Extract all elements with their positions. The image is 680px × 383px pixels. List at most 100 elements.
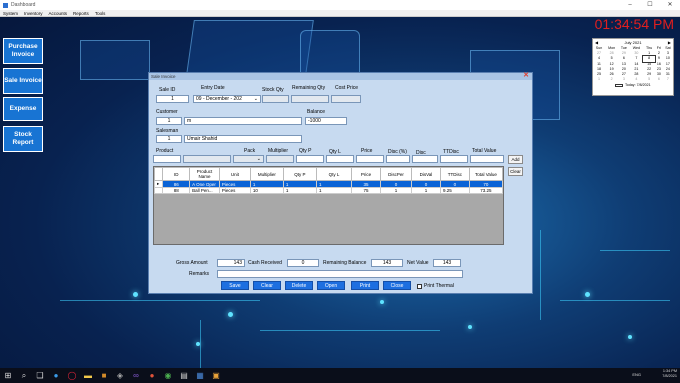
cell-price[interactable]: 35	[351, 180, 382, 188]
app-icon[interactable]: ◈	[112, 368, 128, 383]
app-icon[interactable]: ▣	[208, 368, 224, 383]
cell-id[interactable]: 86	[162, 180, 191, 188]
qty-p-field[interactable]	[296, 155, 324, 163]
cell-discper[interactable]: 0	[380, 180, 413, 188]
cell-multiplier[interactable]: 1	[249, 180, 284, 188]
sale-id-field[interactable]: 1	[156, 95, 189, 103]
product-name-field[interactable]	[183, 155, 231, 163]
stock-report-button[interactable]: Stock Report	[3, 126, 43, 152]
column-header-ttdisc[interactable]: TTDisc	[439, 167, 470, 181]
cell-ttdisc[interactable]: 0	[439, 180, 470, 188]
file-explorer-icon[interactable]: ▬	[80, 368, 96, 383]
dialog-close-icon[interactable]: ✕	[523, 72, 529, 79]
add-button[interactable]: Add	[508, 155, 523, 164]
invoice-items-grid[interactable]: ID Product Name Unit Multiplier Qty P Qt…	[153, 166, 504, 245]
visual-studio-icon[interactable]: ∞	[128, 368, 144, 383]
minimize-icon[interactable]: –	[620, 0, 640, 10]
column-header-qty-p[interactable]: Qty P	[282, 167, 317, 181]
print-thermal-checkbox[interactable]	[417, 283, 422, 289]
calendar-day[interactable]: 6	[655, 77, 663, 82]
expense-button[interactable]: Expense	[3, 97, 43, 121]
menu-reports[interactable]: Reports	[70, 11, 92, 16]
close-button[interactable]: Close	[383, 281, 411, 290]
row-selector[interactable]	[153, 187, 164, 194]
menu-inventory[interactable]: Inventory	[21, 11, 46, 16]
pack-select[interactable]: ⌄	[233, 155, 264, 163]
system-tray[interactable]: ENG 1:34 PM 7/8/2021	[632, 369, 677, 379]
column-header-qty-l[interactable]: Qty L	[315, 167, 353, 181]
salesman-name-field[interactable]: Umair Shahid	[184, 135, 302, 143]
column-header-discper[interactable]: DiscPer	[380, 167, 413, 181]
table-row[interactable]: 88 Ball Pen... Pieces 10 1 1 75 1 1 9.25…	[153, 187, 504, 194]
open-button[interactable]: Open	[317, 281, 345, 290]
cell-price[interactable]: 75	[351, 187, 382, 194]
cell-product-name[interactable]: A One Oper	[189, 180, 220, 188]
next-month-icon[interactable]: ▶	[668, 40, 671, 45]
row-selector-icon[interactable]: ▸	[153, 180, 164, 188]
cell-qty-l[interactable]: 1	[315, 187, 353, 194]
maximize-icon[interactable]: ☐	[640, 0, 660, 10]
cell-total-value[interactable]: 73.25	[468, 187, 504, 194]
column-header-price[interactable]: Price	[351, 167, 382, 181]
calendar-today[interactable]: Today: 7/8/2021	[593, 83, 673, 87]
column-header-unit[interactable]: Unit	[218, 167, 251, 181]
cell-product-name[interactable]: Ball Pen...	[189, 187, 220, 194]
purchase-invoice-button[interactable]: Purchase Invoice	[3, 38, 43, 64]
table-row[interactable]: ▸ 86 A One Oper Pieces 1 1 1 35 0 0 0 70	[153, 180, 504, 188]
calendar-day[interactable]: 1	[593, 77, 605, 82]
calendar-day[interactable]: 2	[605, 77, 618, 82]
close-icon[interactable]: ✕	[660, 0, 680, 10]
disc-percent-field[interactable]	[386, 155, 410, 163]
calendar-day[interactable]: 4	[630, 77, 644, 82]
delete-button[interactable]: Delete	[285, 281, 313, 290]
sale-invoice-button[interactable]: Sale Invoice	[3, 68, 43, 94]
calendar-day[interactable]: 5	[643, 77, 655, 82]
cell-multiplier[interactable]: 10	[249, 187, 284, 194]
cell-unit[interactable]: Pieces	[218, 187, 251, 194]
cell-total-value[interactable]: 70	[468, 180, 504, 188]
language-indicator[interactable]: ENG	[632, 372, 641, 377]
column-header-multiplier[interactable]: Multiplier	[249, 167, 284, 181]
column-header-disval[interactable]: DisVal	[411, 167, 441, 181]
salesman-id-field[interactable]: 1	[156, 135, 182, 143]
cash-received-field[interactable]: 0	[287, 259, 319, 267]
entry-date-picker[interactable]: 09 - December - 202 ⌄	[193, 95, 261, 103]
cell-disval[interactable]: 1	[411, 187, 441, 194]
app-icon[interactable]: ●	[144, 368, 160, 383]
customer-name-field[interactable]: m	[184, 117, 302, 125]
remarks-field[interactable]	[217, 270, 463, 278]
customer-id-field[interactable]: 1	[156, 117, 182, 125]
clear-line-button[interactable]: Clear	[508, 167, 523, 176]
cell-ttdisc[interactable]: 9.25	[439, 187, 470, 194]
prev-month-icon[interactable]: ◀	[595, 40, 598, 45]
calendar-day[interactable]: 3	[618, 77, 629, 82]
ttdisc-field[interactable]	[440, 155, 468, 163]
task-view-icon[interactable]: ❑	[32, 368, 48, 383]
multiplier-field[interactable]	[266, 155, 294, 163]
cell-qty-l[interactable]: 1	[315, 180, 353, 188]
column-header-total-value[interactable]: Total Value	[468, 167, 504, 181]
cell-unit[interactable]: Pieces	[218, 180, 251, 188]
app-icon[interactable]: ▤	[176, 368, 192, 383]
cell-qty-p[interactable]: 1	[282, 187, 317, 194]
print-button[interactable]: Print	[351, 281, 379, 290]
opera-icon[interactable]: ◯	[64, 368, 80, 383]
disc-field[interactable]	[412, 155, 438, 163]
search-icon[interactable]: ⌕	[16, 368, 32, 383]
column-header-id[interactable]: ID	[162, 167, 191, 181]
month-calendar[interactable]: ◀ July 2021 ▶ Sun Mon Tue Wed Thu Fri Sa…	[592, 38, 674, 96]
menu-tools[interactable]: Tools	[92, 11, 109, 16]
clear-button[interactable]: Clear	[253, 281, 281, 290]
chrome-icon[interactable]: ◉	[160, 368, 176, 383]
cell-id[interactable]: 88	[162, 187, 191, 194]
menu-system[interactable]: System	[0, 11, 21, 16]
start-icon[interactable]: ⊞	[0, 368, 16, 383]
qty-l-field[interactable]	[326, 155, 354, 163]
total-value-field[interactable]	[470, 155, 504, 163]
menu-accounts[interactable]: Accounts	[46, 11, 71, 16]
print-thermal-option[interactable]: Print Thermal	[417, 283, 454, 289]
cell-disval[interactable]: 0	[411, 180, 441, 188]
cell-qty-p[interactable]: 1	[282, 180, 317, 188]
save-button[interactable]: Save	[221, 281, 249, 290]
cell-discper[interactable]: 1	[380, 187, 413, 194]
